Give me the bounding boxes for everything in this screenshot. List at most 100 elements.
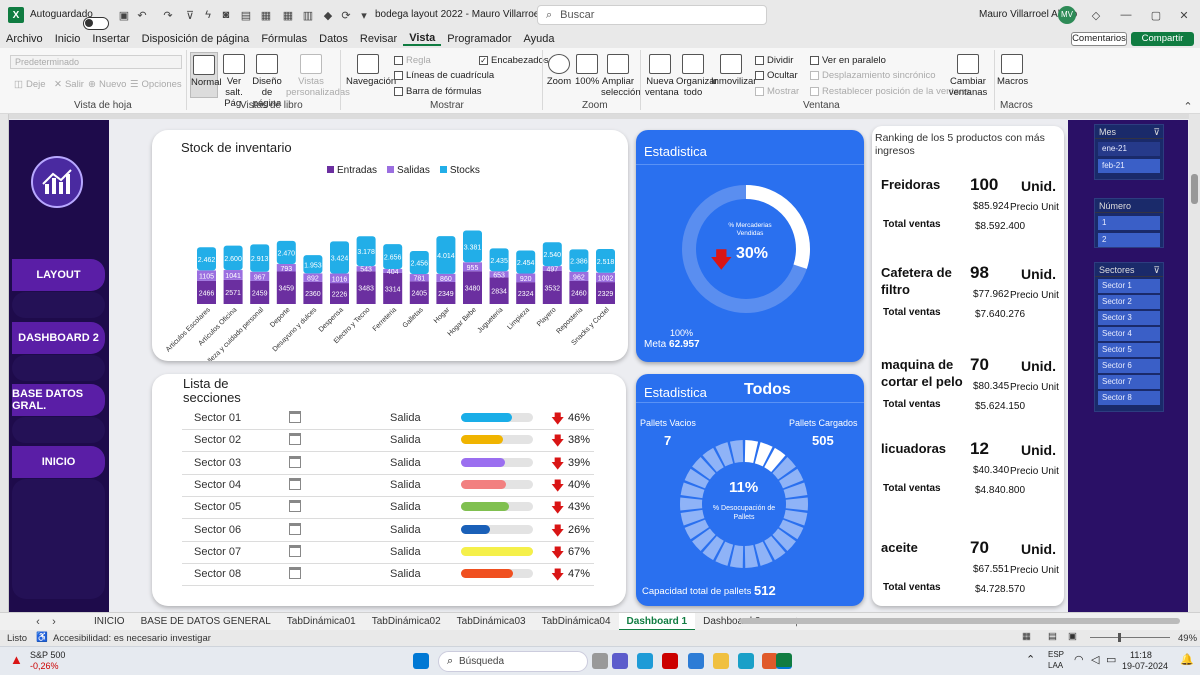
switch-windows-button[interactable]: Cambiar ventanas (946, 54, 990, 98)
sector-slicer-item[interactable]: Sector 8 (1098, 391, 1160, 405)
new-window-button[interactable]: Nueva ventana (645, 54, 679, 98)
numero-item[interactable]: 2 (1098, 233, 1160, 247)
customize-qa-icon[interactable]: ▾ (356, 7, 372, 23)
minimize-icon[interactable]: — (1118, 7, 1134, 23)
clock-time[interactable]: 11:18 (1130, 650, 1152, 660)
menu-disposicindepgina[interactable]: Disposición de página (136, 33, 256, 45)
excel-taskbar-icon[interactable] (776, 653, 792, 669)
pivot-icon[interactable]: ▦ (258, 7, 274, 23)
navigation-button[interactable]: Navegación (346, 54, 396, 87)
normal-view-button[interactable]: Normal (190, 52, 222, 98)
zoom-selection-button[interactable]: Ampliar selección (601, 54, 641, 98)
maximize-icon[interactable]: ▢ (1148, 7, 1164, 23)
zoom-100-button[interactable]: 100% (575, 54, 599, 87)
sector-slicer-item[interactable]: Sector 1 (1098, 279, 1160, 293)
sector-slicer-item[interactable]: Sector 3 (1098, 311, 1160, 325)
sheet-tab[interactable]: INICIO (86, 613, 133, 631)
arrange-all-button[interactable]: Organizar todo (676, 54, 718, 98)
stock-name[interactable]: S&P 500 (30, 650, 65, 660)
gridlines-checkbox[interactable]: Líneas de cuadrícula (394, 70, 494, 81)
menu-revisar[interactable]: Revisar (354, 33, 403, 45)
accessibility-status[interactable]: Accesibilidad: es necesario investigar (53, 633, 211, 644)
mail-icon[interactable] (688, 653, 704, 669)
flash-icon[interactable]: ϟ (200, 7, 216, 23)
clear-filter-icon[interactable]: ⊽ (1153, 263, 1160, 277)
diamond-icon[interactable]: ◇ (1088, 7, 1104, 23)
prev-sheet-icon[interactable]: ‹ (30, 614, 46, 630)
scroll-thumb[interactable] (1191, 174, 1198, 204)
file-explorer-icon[interactable] (713, 653, 729, 669)
normal-view-icon[interactable]: ▦ (1022, 631, 1031, 642)
zoom-button[interactable]: Zoom (546, 54, 572, 87)
clear-filter-icon[interactable]: ⊽ (1153, 125, 1160, 139)
horizontal-scrollbar[interactable] (740, 618, 1180, 624)
nav-layout-button[interactable]: LAYOUT (12, 259, 105, 291)
menu-programador[interactable]: Programador (441, 33, 517, 45)
taskbar-search[interactable]: ⌕ Búsqueda (438, 651, 588, 672)
teams-icon[interactable] (612, 653, 628, 669)
share-button[interactable]: Compartir (1131, 32, 1194, 46)
nav-dashboard2-button[interactable]: DASHBOARD 2 (12, 322, 105, 354)
zoom-slider-thumb[interactable] (1118, 633, 1121, 642)
macros-button[interactable]: Macros (997, 54, 1028, 87)
split-button[interactable]: Dividir (755, 55, 793, 66)
menu-frmulas[interactable]: Fórmulas (255, 33, 313, 45)
nav-base-datos-button[interactable]: BASE DATOS GRAL. (12, 384, 105, 416)
close-icon[interactable]: ✕ (1176, 7, 1192, 23)
avatar[interactable]: MV (1058, 6, 1076, 24)
menu-insertar[interactable]: Insertar (86, 33, 135, 45)
menu-archivo[interactable]: Archivo (0, 33, 49, 45)
hide-button[interactable]: Ocultar (755, 70, 798, 81)
save-icon[interactable]: ▣ (116, 7, 132, 23)
edge-icon[interactable] (738, 653, 754, 669)
autosave-toggle[interactable] (83, 16, 109, 30)
windows-start-icon[interactable] (413, 653, 429, 669)
wifi-icon[interactable]: ◠ (1074, 653, 1084, 666)
sheet-tab[interactable]: Dashboard 1 (618, 612, 696, 631)
sector-slicer-item[interactable]: Sector 4 (1098, 327, 1160, 341)
sheet-tab[interactable]: TabDinámica02 (364, 613, 449, 631)
headings-checkbox[interactable]: ✓ Encabezados (479, 55, 549, 66)
sheet-tab[interactable]: TabDinámica04 (534, 613, 619, 631)
menu-vista[interactable]: Vista (403, 32, 442, 46)
mes-item[interactable]: ene-21 (1098, 142, 1160, 156)
sector-slicer-item[interactable]: Sector 6 (1098, 359, 1160, 373)
undo-icon[interactable]: ↶ (134, 7, 150, 23)
notification-icon[interactable]: 🔔 (1180, 653, 1194, 666)
menu-datos[interactable]: Datos (313, 33, 354, 45)
menu-inicio[interactable]: Inicio (49, 33, 87, 45)
chart-icon[interactable]: ▥ (300, 7, 316, 23)
redo-icon[interactable]: ↷ (160, 7, 176, 23)
tray-chevron-icon[interactable]: ⌃ (1026, 653, 1035, 666)
sector-slicer-item[interactable]: Sector 7 (1098, 375, 1160, 389)
copilot-icon[interactable] (637, 653, 653, 669)
search-box[interactable]: ⌕ Buscar (537, 5, 767, 25)
battery-icon[interactable]: ▭ (1106, 653, 1116, 666)
comments-button[interactable]: Comentarios (1071, 32, 1127, 46)
zoom-slider[interactable] (1090, 637, 1170, 638)
side-by-side-button[interactable]: Ver en paralelo (810, 55, 886, 66)
formula-bar-checkbox[interactable]: Barra de fórmulas (394, 86, 482, 97)
volume-icon[interactable]: ◁ (1091, 653, 1099, 666)
filter-icon[interactable]: ⊽ (182, 7, 198, 23)
vertical-scrollbar[interactable] (1189, 114, 1200, 612)
sheet-tab[interactable]: TabDinámica03 (449, 613, 534, 631)
zoom-level[interactable]: 49% (1178, 633, 1197, 644)
lang-code[interactable]: ESP (1048, 650, 1064, 659)
sector-slicer-item[interactable]: Sector 5 (1098, 343, 1160, 357)
next-sheet-icon[interactable]: › (46, 614, 62, 630)
freeze-panes-button[interactable]: Inmovilizar (711, 54, 756, 87)
page-layout-icon[interactable]: ▤ (1048, 631, 1057, 642)
collapse-ribbon-icon[interactable]: ⌃ (1180, 98, 1196, 114)
mes-item[interactable]: feb-21 (1098, 159, 1160, 173)
numero-item[interactable]: 1 (1098, 216, 1160, 230)
menu-ayuda[interactable]: Ayuda (518, 33, 561, 45)
form-icon[interactable]: ▤ (238, 7, 254, 23)
mcafee-icon[interactable] (662, 653, 678, 669)
sector-slicer-item[interactable]: Sector 2 (1098, 295, 1160, 309)
sheet-tab[interactable]: BASE DE DATOS GENERAL (133, 613, 279, 631)
page-break-icon[interactable]: ▣ (1068, 631, 1077, 642)
outlook-icon[interactable]: ◆ (320, 7, 336, 23)
camera-icon[interactable]: ◙ (218, 7, 234, 23)
task-view-icon[interactable] (592, 653, 608, 669)
